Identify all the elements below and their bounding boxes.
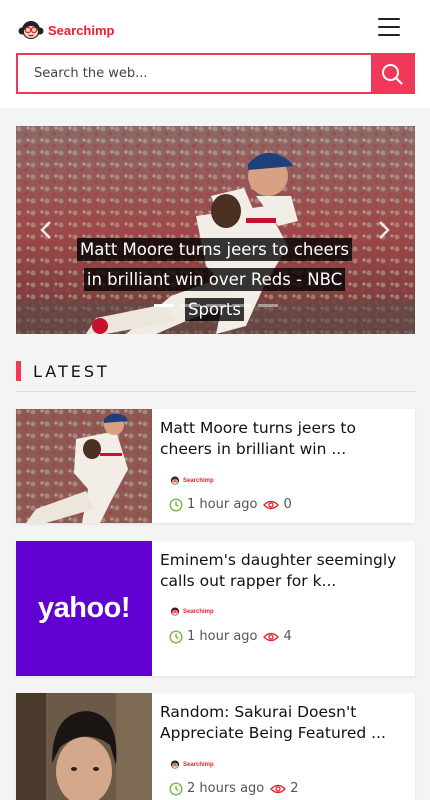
article-card[interactable]: Matt Moore turns jeers to cheers in bril… [16,409,415,523]
clock-icon [169,629,183,644]
carousel-indicator[interactable] [257,304,278,307]
search-button[interactable] [371,55,413,92]
carousel-indicators [16,304,415,307]
chevron-right-icon [379,221,390,239]
article-title[interactable]: Eminem's daughter seemingly calls out ra… [160,550,405,592]
carousel-next-button[interactable] [374,218,394,242]
section-title: LATEST [33,361,110,381]
brand-name: Searchimp [48,22,115,38]
source-logo-icon [170,476,180,485]
carousel-indicator[interactable] [205,304,226,307]
source-name: Searchimp [183,477,214,484]
source-logo-icon [170,607,180,616]
baseball-pitcher-image [16,409,152,523]
hero-caption[interactable]: Matt Moore turns jeers to cheers in bril… [77,235,353,325]
article-meta: 1 hour ago 0 [169,497,292,512]
logo[interactable]: Searchimp [18,20,114,40]
carousel-prev-button[interactable] [36,218,56,242]
article-thumbnail[interactable] [16,409,152,523]
carousel-indicator[interactable] [231,304,252,307]
article-source: Searchimp [169,476,214,485]
section-accent-bar [16,361,21,381]
article-views: 4 [263,629,292,644]
article-views: 0 [263,497,292,512]
view-count: 2 [290,781,299,796]
section-heading: LATEST [16,361,110,381]
clock-icon [169,781,183,796]
article-time: 1 hour ago [187,629,258,644]
view-count: 0 [283,497,292,512]
article-thumbnail[interactable] [16,693,152,800]
person-portrait-image [16,693,152,800]
search-bar [16,53,415,94]
article-card[interactable]: Random: Sakurai Doesn't Appreciate Being… [16,693,415,800]
search-input[interactable] [18,55,371,92]
yahoo-logo: yahoo! [37,592,131,624]
article-title[interactable]: Matt Moore turns jeers to cheers in bril… [160,418,405,460]
source-name: Searchimp [183,608,214,615]
hero-caption-text: Matt Moore turns jeers to cheers in bril… [77,238,353,321]
eye-icon [263,632,280,641]
hamburger-icon-line [378,26,400,28]
article-source: Searchimp [169,607,214,616]
article-meta: 2 hours ago 2 [169,781,299,796]
hero-carousel[interactable]: Matt Moore turns jeers to cheers in bril… [16,126,415,334]
header: Searchimp [0,0,430,108]
chevron-left-icon [40,221,51,239]
eye-icon [270,784,287,793]
article-source: Searchimp [169,760,214,769]
article-time: 2 hours ago [187,781,265,796]
divider [16,391,415,392]
menu-button[interactable] [378,18,400,36]
article-title[interactable]: Random: Sakurai Doesn't Appreciate Being… [160,702,405,744]
article-meta: 1 hour ago 4 [169,629,292,644]
article-thumbnail[interactable]: yahoo! [16,541,152,676]
search-icon [382,63,403,85]
carousel-indicator[interactable] [179,304,200,307]
eye-icon [263,500,280,509]
article-card[interactable]: yahoo! Eminem's daughter seemingly calls… [16,541,415,676]
view-count: 4 [283,629,292,644]
carousel-indicator[interactable] [153,304,174,307]
source-logo-icon [170,760,180,769]
clock-icon [169,497,183,512]
article-views: 2 [270,781,299,796]
article-time: 1 hour ago [187,497,258,512]
hamburger-icon-line [378,34,400,36]
monkey-logo-icon [18,21,44,39]
hamburger-icon-line [378,18,400,20]
source-name: Searchimp [183,761,214,768]
